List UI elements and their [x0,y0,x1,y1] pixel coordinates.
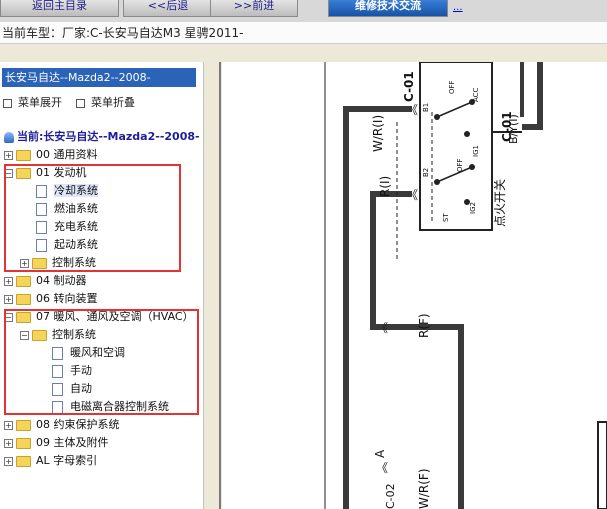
folder-icon [16,437,31,449]
back-button[interactable]: <<后退 [123,0,213,17]
tree-panel: 长安马自达--Mazda2--2008- 菜单展开 菜单折叠 当前:长安马自达-… [0,62,204,509]
tree-node-09[interactable]: +09 主体及附件 [4,434,109,452]
label-c02: C-02 [384,483,397,509]
label-c01-top: C-01 [402,71,416,102]
menu-icon [76,98,85,108]
tree-node-06[interactable]: +06 转向装置 [4,290,98,308]
collapse-all-link[interactable]: 菜单折叠 [76,94,135,110]
contact-st: ST [442,213,450,222]
expand-all-link[interactable]: 菜单展开 [3,94,62,110]
label-r-i: R(I) [378,176,392,197]
menu-icon [3,98,12,108]
label-r-f: R(F) [417,313,431,338]
contact-ig2: IG2 [469,202,477,214]
tree-node-al[interactable]: + AL 字母索引 [4,452,97,470]
svg-text:《: 《 [406,188,418,202]
label-by-i: B/Y(I) [507,114,520,144]
contact-b1: B1 [422,103,430,112]
label-ignition-switch: 点火开关 [493,179,507,227]
label-a: A [373,449,387,458]
label-wr-f: W/R(F) [417,468,431,509]
contact-ig1: IG1 [472,145,480,157]
svg-text:《: 《 [376,321,388,335]
contact-acc: ACC [472,87,480,102]
highlight-box [4,164,181,272]
folder-icon [16,149,31,161]
svg-text:《: 《 [376,461,388,475]
wiring-diagram-svg: 《 《 《 《 W/R(I) C-01 C-01 B/Y(I) R(I) 点火开… [324,62,607,509]
expand-icon[interactable]: + [4,294,13,304]
wire-wr [343,106,412,509]
contact-b2: B2 [422,168,430,177]
highlight-box [4,309,199,415]
expand-icon[interactable]: + [4,456,13,466]
toolbar: 返回主目录 <<后退 >>前进 维修技术交流 ... [0,0,607,22]
expand-icon[interactable]: + [4,420,13,430]
globe-icon [4,131,14,143]
tree-node-00[interactable]: +00 通用资料 [4,146,98,164]
folder-icon [16,275,31,287]
tree-header: 长安马自达--Mazda2--2008- [2,68,196,87]
tree-node-08[interactable]: +08 约束保护系统 [4,416,120,434]
label-wr-i: W/R(I) [371,115,385,152]
contact-off-2: OFF [456,158,464,172]
expand-icon[interactable]: + [4,276,13,286]
contact-off: OFF [448,80,456,94]
folder-icon [16,419,31,431]
panel-splitter[interactable] [204,62,216,509]
wiring-diagram: 《 《 《 《 W/R(I) C-01 C-01 B/Y(I) R(I) 点火开… [222,62,607,509]
tree-node-04[interactable]: +04 制动器 [4,272,87,290]
expand-icon[interactable]: + [4,150,13,160]
ignition-switch-box [419,62,493,231]
folder-icon [16,455,31,467]
svg-text:《: 《 [406,103,418,117]
tech-exchange-button[interactable]: 维修技术交流 [328,0,448,17]
folder-icon [16,293,31,305]
wire-by [522,62,543,130]
current-vehicle-label: 当前车型：厂家:C-长安马自达M3 星骋2011- [0,22,607,44]
expand-icon[interactable]: + [4,438,13,448]
current-model[interactable]: 当前:长安马自达--Mazda2--2008- [4,128,200,144]
more-link[interactable]: ... [453,2,463,13]
forward-button[interactable]: >>前进 [210,0,298,17]
splitter-line [219,62,221,509]
back-to-main-button[interactable]: 返回主目录 [0,0,119,17]
